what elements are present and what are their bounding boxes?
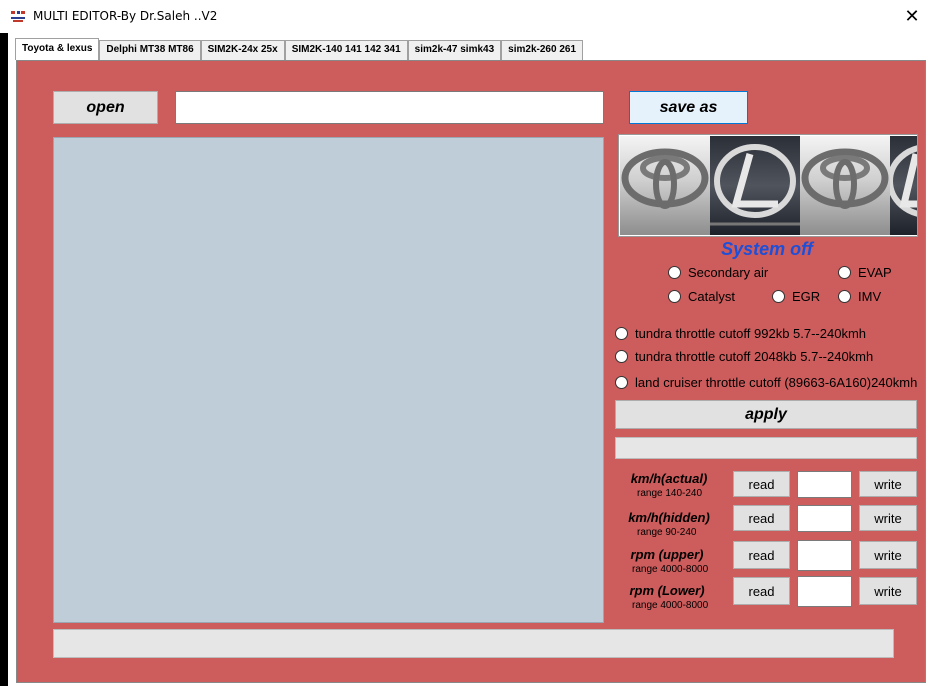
kmh-actual-input[interactable] [797, 471, 852, 498]
rpm-upper-input[interactable] [797, 540, 852, 571]
write-kmh-hidden-button[interactable]: write [859, 505, 917, 531]
option-secondary-air[interactable]: Secondary air [668, 265, 768, 280]
read-rpm-upper-button[interactable]: read [733, 541, 790, 569]
option-label: land cruiser throttle cutoff (89663-6A16… [635, 375, 918, 390]
window-title: MULTI EDITOR-By Dr.Saleh ..V2 [33, 9, 218, 23]
client-area: Toyota & lexus Delphi MT38 MT86 SIM2K-24… [8, 33, 935, 686]
tab-strip: Toyota & lexus Delphi MT38 MT86 SIM2K-24… [15, 38, 584, 60]
option-imv[interactable]: IMV [838, 289, 881, 304]
tab-panel-toyota-lexus: open save as System off Secondary air EV… [16, 60, 926, 683]
radio-icon [838, 266, 851, 279]
file-path-field[interactable] [175, 91, 604, 124]
radio-icon [668, 290, 681, 303]
close-icon: ✕ [904, 6, 920, 26]
app-icon [11, 11, 25, 22]
status-bar [615, 437, 917, 459]
radio-icon [838, 290, 851, 303]
limit-range-kmh-actual: range 140-240 [637, 488, 703, 499]
option-label: tundra throttle cutoff 2048kb 5.7--240km… [635, 349, 874, 364]
limit-label-kmh-actual: km/h(actual) [630, 471, 708, 486]
logo-strip [618, 134, 918, 237]
app-window: MULTI EDITOR-By Dr.Saleh ..V2 ✕ Toyota &… [0, 0, 935, 686]
tab-sim2k-24x-25x[interactable]: SIM2K-24x 25x [200, 40, 285, 60]
close-button[interactable]: ✕ [889, 0, 935, 33]
limit-range-kmh-hidden: range 90-240 [637, 527, 697, 538]
editor-text-area[interactable] [53, 137, 604, 623]
option-label: IMV [858, 289, 882, 304]
write-rpm-upper-button[interactable]: write [859, 541, 917, 569]
option-land-cruiser[interactable]: land cruiser throttle cutoff (89663-6A16… [615, 375, 917, 390]
tab-sim2k-47-simk43[interactable]: sim2k-47 simk43 [407, 40, 502, 60]
read-kmh-hidden-button[interactable]: read [733, 505, 790, 531]
option-label: EVAP [858, 265, 892, 280]
radio-icon [772, 290, 785, 303]
lexus-logo-icon [710, 136, 800, 235]
apply-button[interactable]: apply [615, 400, 917, 429]
limit-label-rpm-lower: rpm (Lower) [629, 583, 705, 598]
title-bar: MULTI EDITOR-By Dr.Saleh ..V2 ✕ [0, 0, 935, 33]
limit-label-rpm-upper: rpm (upper) [630, 547, 704, 562]
system-off-heading: System off [721, 239, 813, 259]
option-evap[interactable]: EVAP [838, 265, 892, 280]
option-tundra-992kb[interactable]: tundra throttle cutoff 992kb 5.7--240kmh [615, 326, 866, 341]
tab-toyota-lexus[interactable]: Toyota & lexus [15, 38, 100, 60]
tab-sim2k-260-261[interactable]: sim2k-260 261 [501, 40, 584, 60]
option-label: Secondary air [688, 265, 769, 280]
radio-icon [615, 350, 628, 363]
option-label: tundra throttle cutoff 992kb 5.7--240kmh [635, 326, 867, 341]
tab-delphi-mt38-mt86[interactable]: Delphi MT38 MT86 [99, 40, 201, 60]
option-tundra-2048kb[interactable]: tundra throttle cutoff 2048kb 5.7--240km… [615, 349, 873, 364]
open-button[interactable]: open [53, 91, 158, 124]
write-kmh-actual-button[interactable]: write [859, 471, 917, 497]
radio-icon [668, 266, 681, 279]
toyota-logo-icon [620, 136, 710, 235]
radio-icon [615, 327, 628, 340]
limit-range-rpm-upper: range 4000-8000 [632, 564, 709, 575]
option-catalyst[interactable]: Catalyst [668, 289, 735, 304]
option-label: Catalyst [688, 289, 735, 304]
option-egr[interactable]: EGR [772, 289, 820, 304]
kmh-hidden-input[interactable] [797, 505, 852, 532]
read-rpm-lower-button[interactable]: read [733, 577, 790, 605]
toyota-logo-icon [800, 136, 890, 235]
save-as-button[interactable]: save as [629, 91, 748, 124]
radio-icon [615, 376, 628, 389]
limit-label-kmh-hidden: km/h(hidden) [628, 510, 710, 525]
tab-sim2k-140[interactable]: SIM2K-140 141 142 341 [284, 40, 408, 60]
write-rpm-lower-button[interactable]: write [859, 577, 917, 605]
bottom-progress-bar [53, 629, 894, 658]
read-kmh-actual-button[interactable]: read [733, 471, 790, 497]
lexus-logo-icon [890, 136, 917, 235]
limit-range-rpm-lower: range 4000-8000 [632, 600, 709, 611]
rpm-lower-input[interactable] [797, 576, 852, 607]
option-label: EGR [792, 289, 821, 304]
